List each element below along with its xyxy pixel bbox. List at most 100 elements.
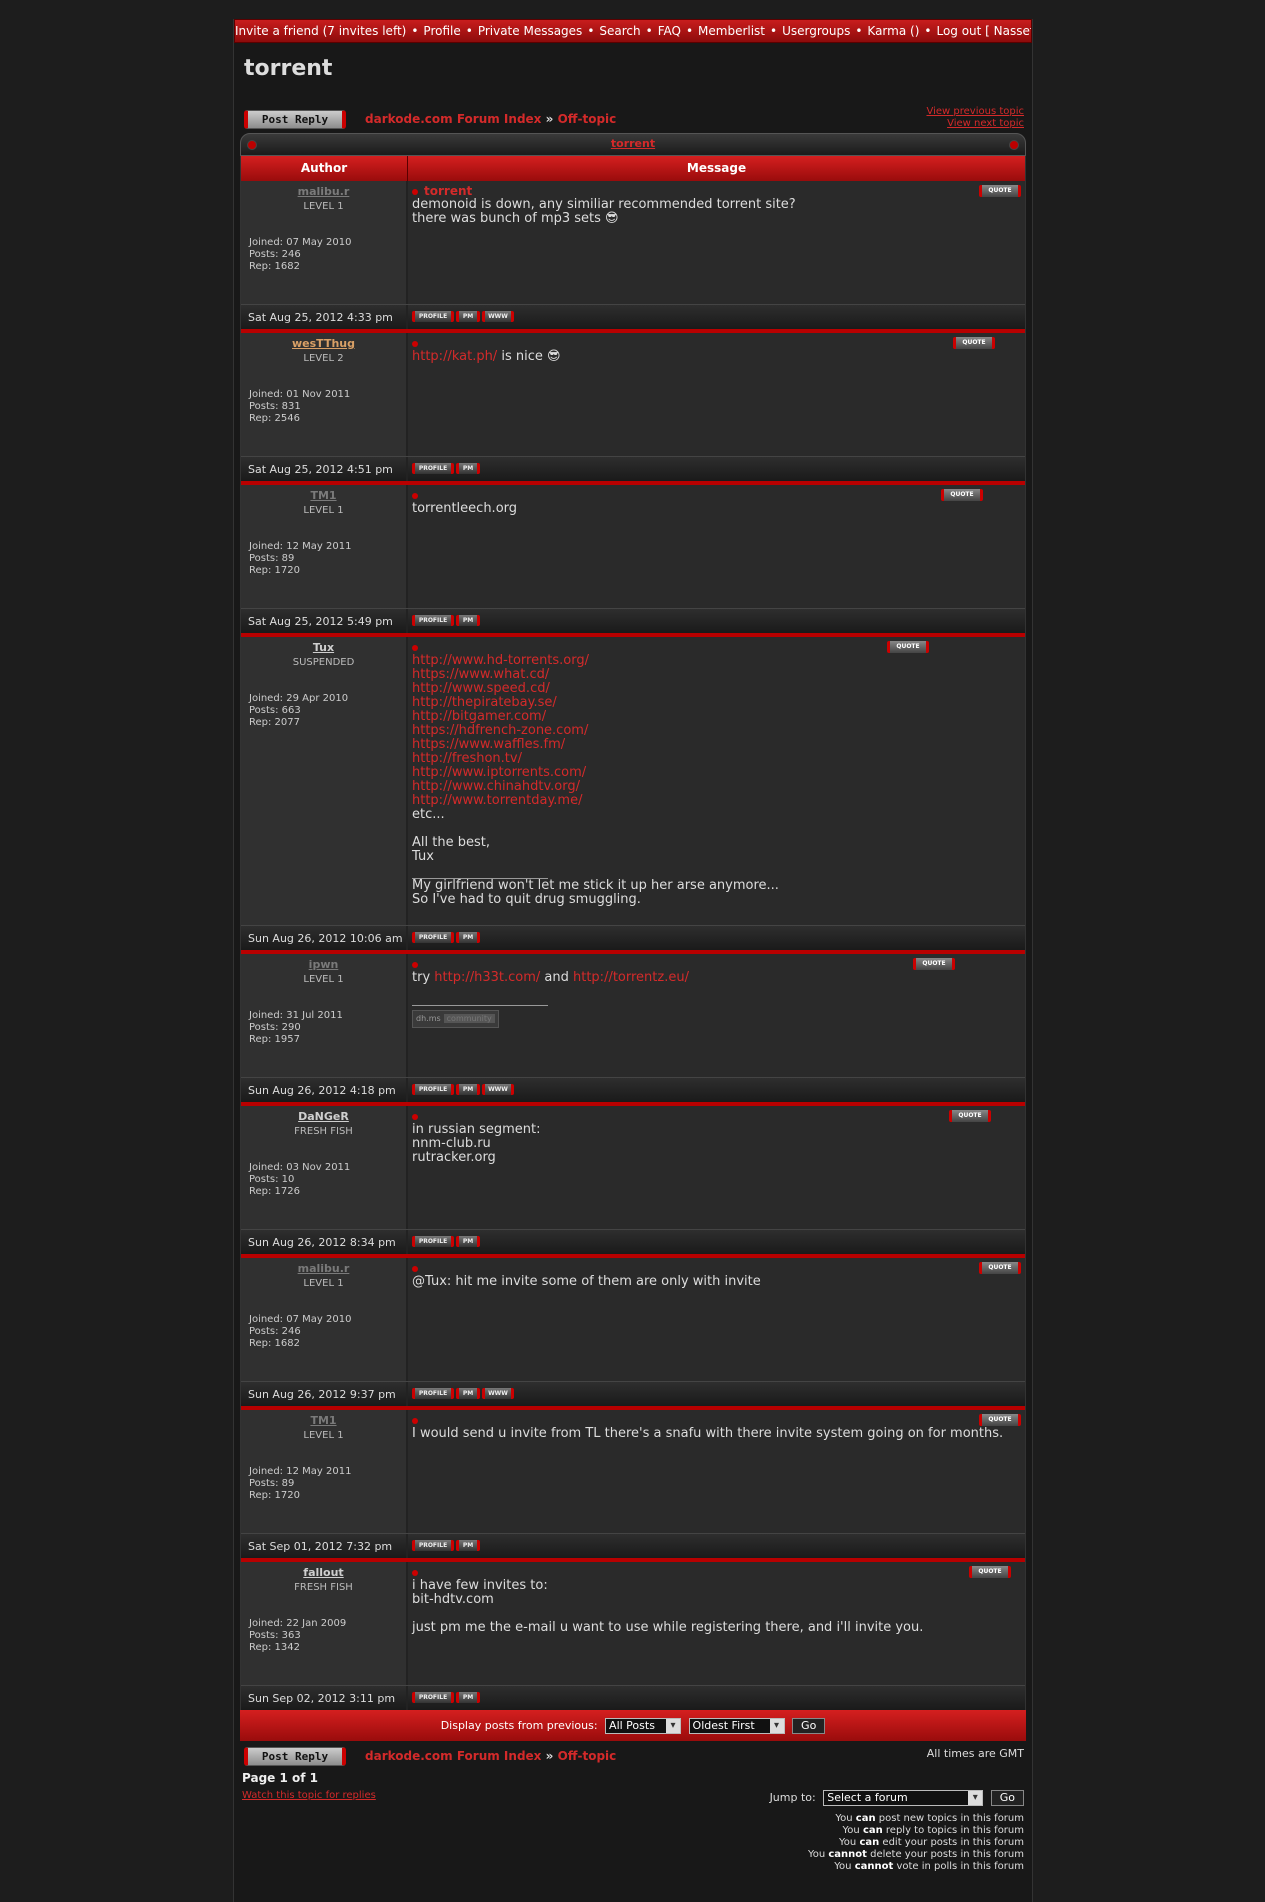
pm-button[interactable]: PM — [456, 1540, 480, 1551]
nav-invite-friend[interactable]: Invite a friend (7 invites left) — [235, 24, 406, 38]
breadcrumb-off-topic-bottom[interactable]: Off-topic — [558, 1749, 617, 1763]
profile-button[interactable]: PROFILE — [412, 1236, 454, 1247]
pm-button[interactable]: PM — [456, 311, 480, 322]
message-link[interactable]: http://bitgamer.com/ — [412, 709, 546, 724]
quote-button[interactable]: QUOTE — [969, 1566, 1011, 1578]
breadcrumb: darkode.com Forum Index » Off-topic — [365, 112, 617, 126]
post-buttons: PROFILE PM WWW — [408, 1382, 1025, 1406]
top-action-bar: Post Reply darkode.com Forum Index » Off… — [234, 87, 1032, 129]
signature-line: My girlfriend won't let me stick it up h… — [412, 878, 779, 893]
profile-button[interactable]: PROFILE — [412, 1692, 454, 1703]
display-go-button[interactable]: Go — [792, 1718, 826, 1734]
author-rank: LEVEL 1 — [303, 505, 344, 516]
quote-button[interactable]: QUOTE — [887, 641, 929, 653]
quote-button[interactable]: QUOTE — [979, 1262, 1021, 1274]
author-name[interactable]: TM1 — [249, 1414, 398, 1427]
signature-badge[interactable]: dh.ms community — [412, 1010, 499, 1028]
quote-button[interactable]: QUOTE — [979, 1414, 1021, 1426]
quote-button[interactable]: QUOTE — [941, 489, 983, 501]
author-name[interactable]: TM1 — [249, 489, 398, 502]
nav-usergroups[interactable]: Usergroups — [782, 24, 850, 38]
message-line: http://kat.ph/ is nice 😎 — [412, 349, 561, 364]
watch-topic-link[interactable]: Watch this topic for replies — [242, 1790, 376, 1801]
post: malibu.r LEVEL 1 Joined: 07 May 2010 Posts:… — [241, 181, 1025, 329]
profile-button[interactable]: PROFILE — [412, 1388, 454, 1399]
author-name[interactable]: wesTThug — [249, 337, 398, 350]
pm-button[interactable]: PM — [456, 1236, 480, 1247]
post-subject — [412, 336, 1021, 350]
pm-button[interactable]: PM — [456, 932, 480, 943]
view-next-topic-link[interactable]: View next topic — [947, 118, 1024, 129]
author-name[interactable]: DaNGeR — [249, 1110, 398, 1123]
post-reply-button-bottom[interactable]: Post Reply — [244, 1747, 346, 1766]
message-link[interactable]: http://kat.ph/ — [412, 349, 497, 364]
message-link[interactable]: http://torrentz.eu/ — [573, 970, 689, 985]
topic-title-link[interactable]: torrent — [611, 137, 655, 150]
message-link[interactable]: http://h33t.com/ — [434, 970, 540, 985]
profile-button[interactable]: PROFILE — [412, 1540, 454, 1551]
profile-button[interactable]: PROFILE — [412, 932, 454, 943]
message-link[interactable]: https://hdfrench-zone.com/ — [412, 723, 588, 738]
quote-button[interactable]: QUOTE — [913, 958, 955, 970]
quote-button[interactable]: QUOTE — [979, 185, 1021, 197]
message-link[interactable]: http://freshon.tv/ — [412, 751, 522, 766]
message-link[interactable]: https://www.waffles.fm/ — [412, 737, 565, 752]
message-link[interactable]: https://www.what.cd/ — [412, 667, 549, 682]
pm-button[interactable]: PM — [456, 1692, 480, 1703]
message-link[interactable]: http://www.speed.cd/ — [412, 681, 550, 696]
post-footer: Sat Aug 25, 2012 4:51 pm PROFILE PM — [241, 456, 1025, 481]
posts-table-header: Author Message — [241, 156, 1025, 181]
author-name[interactable]: malibu.r — [249, 1262, 398, 1275]
pm-button[interactable]: PM — [456, 1084, 480, 1095]
profile-button[interactable]: PROFILE — [412, 1084, 454, 1095]
author-name[interactable]: malibu.r — [249, 185, 398, 198]
pm-button[interactable]: PM — [456, 463, 480, 474]
breadcrumb-off-topic[interactable]: Off-topic — [558, 112, 617, 126]
post-message: QUOTE try http://h33t.com/ and http://tor… — [408, 954, 1025, 1077]
order-select[interactable]: Oldest First — [688, 1718, 785, 1734]
quote-button[interactable]: QUOTE — [949, 1110, 991, 1122]
post: Tux SUSPENDED Joined: 29 Apr 2010 Posts: 66… — [241, 633, 1025, 950]
signature-divider — [412, 1005, 548, 1006]
author-stats: Joined: 01 Nov 2011 Posts: 831 Rep: 2546 — [249, 389, 351, 424]
message-link[interactable]: http://www.iptorrents.com/ — [412, 765, 586, 780]
message-link[interactable]: http://www.chinahdtv.org/ — [412, 779, 580, 794]
pm-button[interactable]: PM — [456, 615, 480, 626]
nav-search[interactable]: Search — [599, 24, 640, 38]
nav-logout[interactable]: Log out [ Nassef ] — [936, 24, 1031, 38]
profile-button[interactable]: PROFILE — [412, 463, 454, 474]
jump-go-button[interactable]: Go — [990, 1790, 1024, 1806]
nav-private-messages[interactable]: Private Messages — [478, 24, 583, 38]
profile-button[interactable]: PROFILE — [412, 311, 454, 322]
quote-button[interactable]: QUOTE — [953, 337, 995, 349]
view-previous-topic-link[interactable]: View previous topic — [926, 106, 1024, 117]
message-line: rutracker.org — [412, 1150, 496, 1165]
breadcrumb-forum-index-bottom[interactable]: darkode.com Forum Index — [365, 1749, 541, 1763]
author-name[interactable]: Tux — [249, 641, 398, 654]
message-link[interactable]: http://www.torrentday.me/ — [412, 793, 582, 808]
www-button[interactable]: WWW — [482, 311, 514, 322]
post-date: Sun Sep 02, 2012 3:11 pm — [241, 1686, 408, 1710]
pm-button[interactable]: PM — [456, 1388, 480, 1399]
www-button[interactable]: WWW — [482, 1084, 514, 1095]
profile-button[interactable]: PROFILE — [412, 615, 454, 626]
message-line — [412, 1607, 1021, 1621]
breadcrumb-forum-index[interactable]: darkode.com Forum Index — [365, 112, 541, 126]
www-button[interactable]: WWW — [482, 1388, 514, 1399]
nav-profile[interactable]: Profile — [423, 24, 460, 38]
post-date: Sun Aug 26, 2012 4:18 pm — [241, 1078, 408, 1102]
author-name[interactable]: fallout — [249, 1566, 398, 1579]
nav-karma[interactable]: Karma () — [867, 24, 919, 38]
jump-to-select[interactable]: Select a forum — [823, 1790, 984, 1806]
message-line: demonoid is down, any similiar recommend… — [412, 197, 796, 212]
message-link[interactable]: http://thepiratebay.se/ — [412, 695, 557, 710]
author-name[interactable]: ipwn — [249, 958, 398, 971]
message-link[interactable]: http://www.hd-torrents.org/ — [412, 653, 589, 668]
post-date: Sun Aug 26, 2012 8:34 pm — [241, 1230, 408, 1254]
post-reply-button[interactable]: Post Reply — [244, 110, 346, 129]
post: fallout FRESH FISH Joined: 22 Jan 2009 Post… — [241, 1558, 1025, 1710]
nav-faq[interactable]: FAQ — [658, 24, 681, 38]
nav-memberlist[interactable]: Memberlist — [698, 24, 765, 38]
post-author: fallout FRESH FISH Joined: 22 Jan 2009 Post… — [241, 1562, 408, 1685]
period-select[interactable]: All Posts — [605, 1718, 682, 1734]
